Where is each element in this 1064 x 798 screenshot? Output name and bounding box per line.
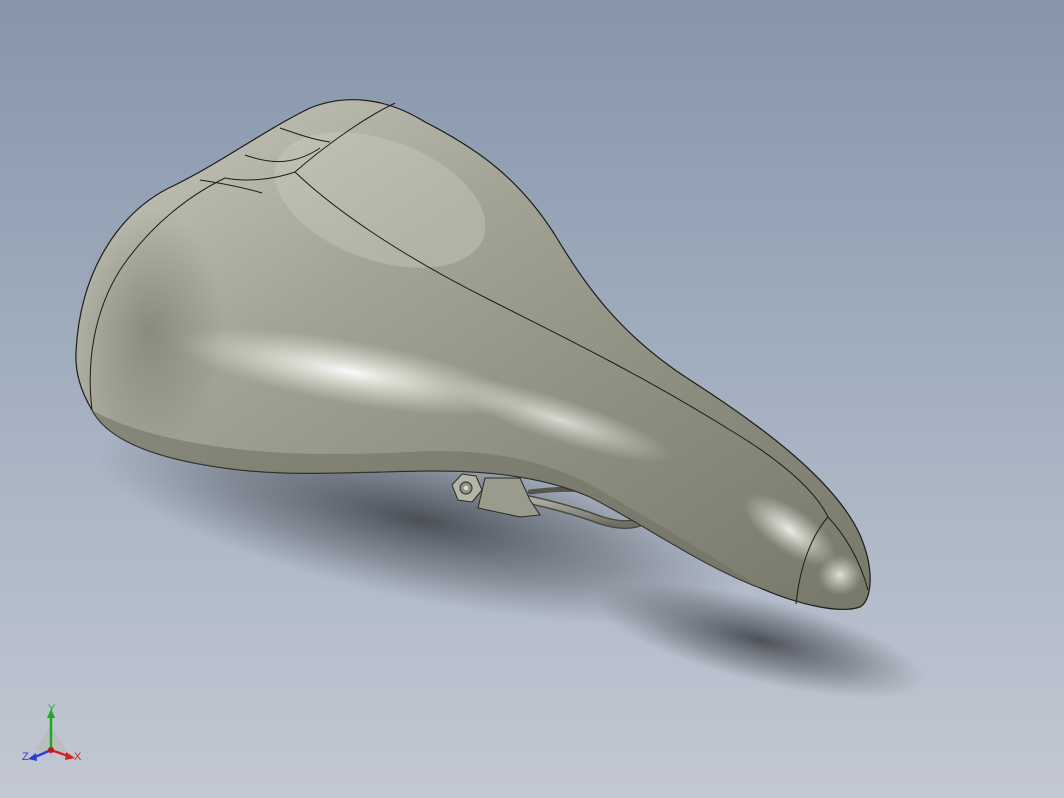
y-axis-label: Y <box>48 704 56 715</box>
model-scene[interactable] <box>0 0 1064 798</box>
orientation-triad[interactable]: Y X Z <box>20 704 84 768</box>
z-axis-head <box>28 753 37 761</box>
triad-origin <box>48 747 54 753</box>
graphics-viewport[interactable]: Y X Z <box>0 0 1064 798</box>
x-axis-label: X <box>74 751 82 763</box>
z-axis-label: Z <box>22 751 29 763</box>
